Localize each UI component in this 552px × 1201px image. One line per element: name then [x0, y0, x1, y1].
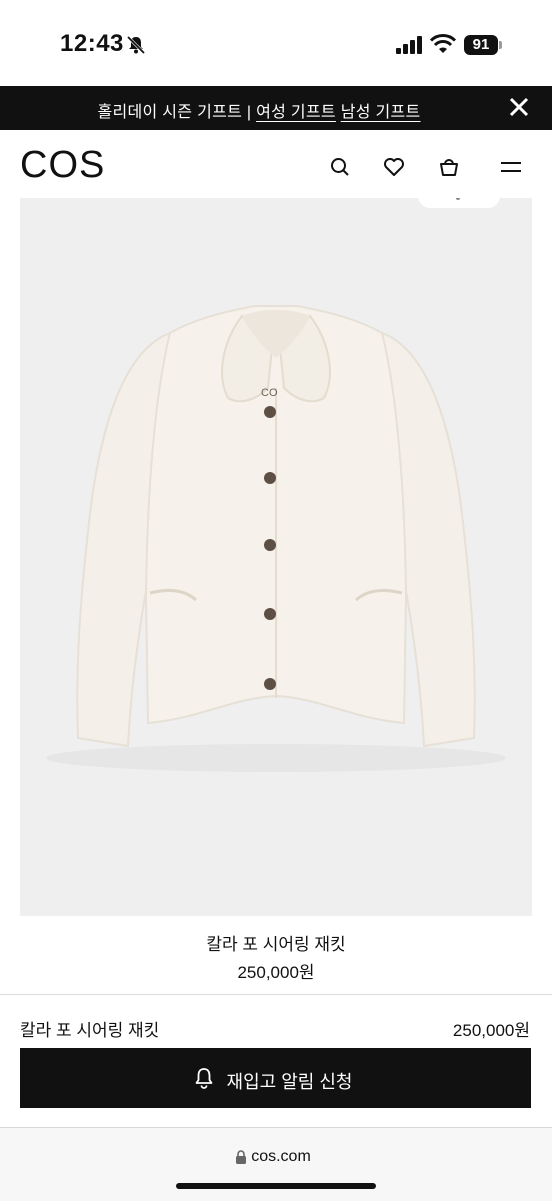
divider [0, 994, 552, 995]
cellular-signal-icon [396, 36, 422, 54]
url-text[interactable]: cos.com [0, 1148, 552, 1166]
battery-level: 91 [464, 35, 498, 55]
sticky-product-price: 250,000원 [452, 1021, 530, 1040]
image-pill[interactable] [418, 198, 500, 208]
product-price: 250,000원 [237, 963, 315, 982]
site-header: COS [0, 130, 552, 198]
heart-icon[interactable] [383, 156, 405, 178]
garment-label: CO [261, 387, 278, 399]
promo-prefix: 홀리데이 시즌 기프트 | [97, 104, 257, 121]
status-time: 12:43 [60, 30, 124, 57]
close-icon[interactable] [508, 96, 530, 118]
product-image[interactable]: CO [20, 198, 532, 916]
restock-notify-label: 재입고 알림 신청 [226, 1072, 353, 1092]
bag-icon[interactable] [438, 156, 460, 178]
wifi-icon [430, 34, 456, 53]
restock-notify-button[interactable]: 재입고 알림 신청 [20, 1048, 531, 1108]
sticky-product-name: 칼라 포 시어링 재킷 [20, 1021, 160, 1040]
promo-link-men[interactable]: 남성 기프트 [341, 104, 421, 121]
promo-banner: 홀리데이 시즌 기프트 | 여성 기프트 남성 기프트 [0, 86, 552, 130]
product-name: 칼라 포 시어링 재킷 [206, 935, 346, 954]
promo-link-women[interactable]: 여성 기프트 [256, 104, 336, 121]
cos-logo[interactable]: COS [20, 144, 105, 187]
home-indicator[interactable] [176, 1183, 376, 1189]
status-bar: 12:43 91 [0, 0, 552, 86]
bell-muted-icon [126, 35, 146, 55]
browser-address-bar[interactable]: cos.com [0, 1127, 552, 1201]
promo-text: 홀리데이 시즌 기프트 | 여성 기프트 남성 기프트 [0, 98, 518, 122]
search-icon[interactable] [329, 156, 351, 178]
battery-icon: 91 [464, 35, 502, 55]
menu-icon[interactable] [500, 156, 522, 178]
jacket-illustration: CO [46, 305, 506, 772]
